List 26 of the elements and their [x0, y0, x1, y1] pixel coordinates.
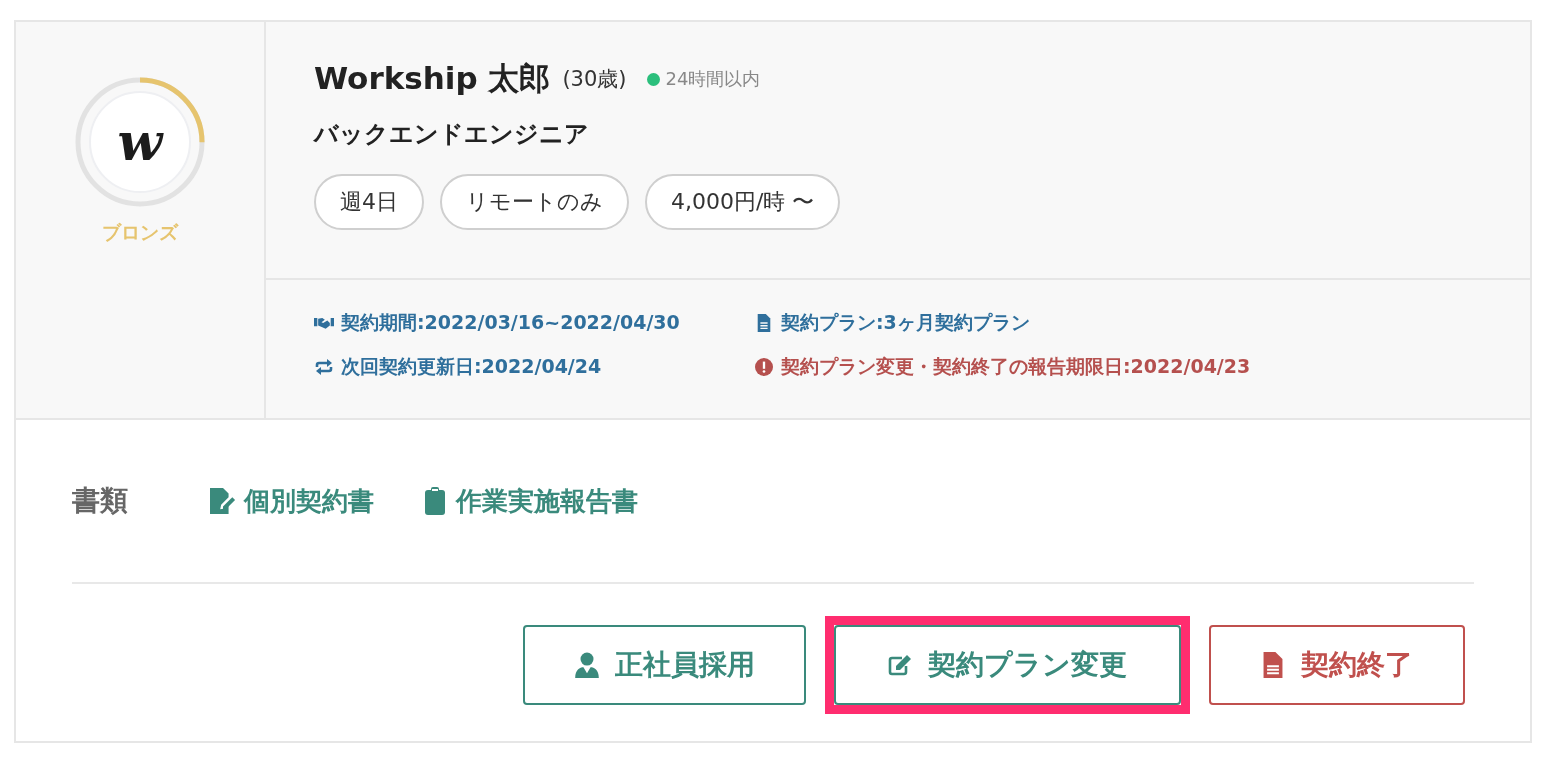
user-name: Workship 太郎: [314, 59, 551, 98]
alert-icon: [754, 358, 774, 376]
contract-info: 契約プラン変更・契約終了の報告期限日:2022/04/23: [781, 354, 1251, 379]
tag: 4,000円/時 〜: [645, 174, 841, 230]
clipboard-icon: [422, 487, 448, 515]
tag: 週4日: [314, 174, 424, 230]
document-link[interactable]: 作業実施報告書: [422, 483, 638, 519]
avatar-logo: w: [117, 110, 163, 174]
document-link[interactable]: 個別契約書: [210, 483, 374, 519]
action-button[interactable]: 契約プラン変更: [834, 625, 1181, 705]
document-icon: [1261, 652, 1285, 678]
contract-info: 契約プラン:3ヶ月契約プラン: [781, 310, 1030, 335]
last-seen: 24時間以内: [665, 67, 761, 91]
documents-label: 書類: [72, 483, 128, 519]
action-button[interactable]: 契約終了: [1209, 625, 1465, 705]
repeat-icon: [314, 358, 334, 376]
rank-label: ブロンズ: [102, 220, 178, 245]
contract-info: 次回契約更新日:2022/04/24: [341, 354, 602, 379]
action-button[interactable]: 正社員採用: [523, 625, 806, 705]
signed-document-icon: [210, 487, 236, 515]
person-icon: [574, 652, 599, 678]
user-age: (30歳): [562, 66, 627, 93]
tag: リモートのみ: [440, 174, 629, 230]
job-title: バックエンドエンジニア: [314, 119, 590, 150]
contract-info: 契約期間:2022/03/16~2022/04/30: [341, 310, 680, 335]
edit-icon: [888, 652, 912, 678]
